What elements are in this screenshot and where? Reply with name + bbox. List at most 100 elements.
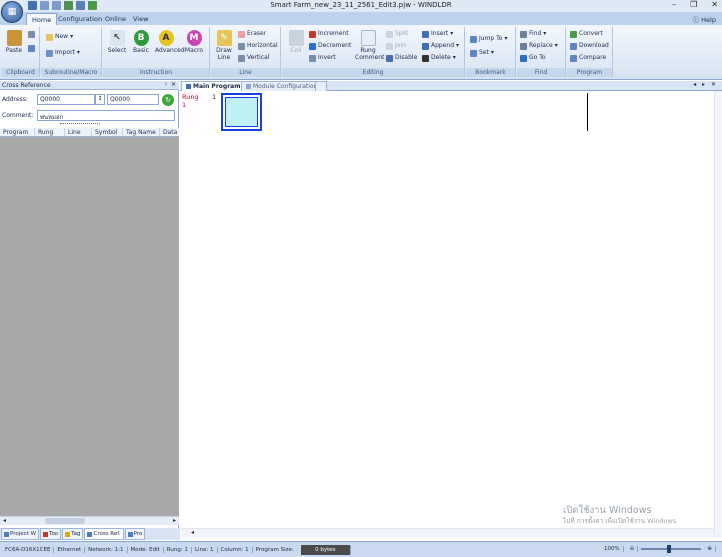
rung-comment-button[interactable]: Rung Comment [355,30,384,61]
address-to-input[interactable]: Q0000 [107,94,159,105]
quick-access-toolbar [28,1,97,10]
tab-tag[interactable]: Tag [62,528,84,540]
tab-module-configuration[interactable]: Module Configuration [241,81,323,91]
tab-online[interactable]: Online [100,13,131,25]
group-label: Bookmark [466,68,515,77]
tab-nav-arrows[interactable]: ◂ ▸ ✕ [693,81,718,88]
bookmark-icon [470,49,477,57]
minimize-icon[interactable]: – [672,0,676,9]
col-rung[interactable]: Rung [35,128,65,136]
coil-icon [288,30,304,46]
editor-vertical-scrollbar[interactable] [714,91,722,538]
join-button[interactable]: Join [386,42,406,50]
increment-button[interactable]: Increment [309,30,349,38]
paste-button[interactable]: Paste [3,30,25,54]
vertical-button[interactable]: Vertical [238,54,269,62]
zoom-control[interactable]: 100% ⊖ ⊕ [601,545,716,553]
append-button[interactable]: Append ▾ [422,42,459,50]
decrement-button[interactable]: Decrement [309,42,351,50]
insert-button[interactable]: Insert ▾ [422,30,453,38]
replace-button[interactable]: Replace ▾ [520,42,558,50]
jump-to-button[interactable]: Jump To ▾ [470,35,507,43]
split-button[interactable]: Split [386,30,408,38]
copy-button[interactable] [28,45,35,52]
pane-header: Cross Reference ♮ ✕ [0,81,179,90]
zoom-out-icon[interactable]: ⊖ [627,546,639,552]
grid-header: Program Rung Line Symbol Tag Name Data [0,128,179,137]
horizontal-button[interactable]: Horizontal [238,42,278,50]
tab-main-program[interactable]: Main Program [181,81,246,91]
cut-button[interactable] [28,31,35,38]
pin-icon[interactable]: ♮ [165,81,167,88]
address-spin-icon[interactable]: ↕ [95,94,105,105]
rung-status: Rung: 1 [164,546,192,553]
compare-button[interactable]: Compare [570,54,606,62]
title-bar: Smart Farm_new_23_11_2561_Edit3.pjw - WI… [0,0,722,12]
save-icon[interactable] [28,1,37,10]
col-symbol[interactable]: Symbol [92,128,123,136]
set-bookmark-button[interactable]: Set ▾ [470,49,494,57]
invert-button[interactable]: Invert [309,54,336,62]
tab-toolbox[interactable]: Too [40,528,62,540]
tab-project-window[interactable]: Project W [1,528,40,540]
tab-view[interactable]: View [128,13,153,25]
tab-configuration[interactable]: Configuration [53,13,107,25]
download-icon[interactable] [76,1,85,10]
watermark-line-1: เปิดใช้งาน Windows [563,505,652,516]
basic-button[interactable]: B Basic [130,30,152,54]
import-button[interactable]: Import ▾ [46,49,80,57]
tab-cross-reference[interactable]: Cross Ref. [84,528,124,540]
col-program[interactable]: Program [0,128,35,136]
convert-button[interactable]: Convert [570,30,603,38]
undo-icon[interactable] [40,1,49,10]
disable-button[interactable]: Disable [386,54,417,62]
new-tab-button[interactable] [315,81,327,91]
address-from-input[interactable]: Q0000 [37,94,95,105]
zoom-in-icon[interactable]: ⊕ [704,546,716,552]
refresh-icon[interactable]: ↻ [162,94,174,106]
scroll-thumb[interactable] [45,518,85,524]
advanced-button[interactable]: A Advanced [155,30,185,54]
eraser-button[interactable]: Eraser [238,30,266,38]
maximize-icon[interactable]: ❐ [690,0,697,9]
application-menu-button[interactable]: ▦ [1,1,23,23]
window-title: Smart Farm_new_23_11_2561_Edit3.pjw - WI… [270,1,452,9]
close-pane-icon[interactable]: ✕ [171,81,176,88]
increment-icon [309,30,316,38]
find-button[interactable]: Find ▾ [520,30,546,38]
comment-label: Comment: [2,112,34,119]
coil-button[interactable]: Coil [285,30,307,54]
right-power-rail [587,93,588,131]
zoom-slider[interactable] [641,545,702,553]
selected-cell[interactable] [225,97,258,127]
redo-icon[interactable] [52,1,61,10]
horizontal-scrollbar[interactable]: ◂ ▸ [0,516,179,525]
download-button[interactable]: Download [570,42,609,50]
group-find: Find ▾ Replace ▾ Go To Find [517,27,566,77]
import-icon [46,49,53,57]
go-to-button[interactable]: Go To [520,54,546,62]
draw-line-button[interactable]: ✎ Draw Line [213,30,235,61]
binoculars-icon [520,30,527,38]
program-size-value: 0 bytes [300,544,351,555]
monitor-icon[interactable] [64,1,73,10]
ladder-editor[interactable]: Rung 1 1 [181,91,722,528]
comment-field[interactable]: พ่นหมอก [37,110,175,121]
editor-horizontal-scrollbar[interactable]: ◂ [181,528,714,538]
new-button[interactable]: New ▾ [46,33,73,41]
close-icon[interactable]: ✕ [711,0,718,9]
col-line[interactable]: Line [65,128,92,136]
splitter-grip[interactable] [60,123,100,125]
zoom-knob[interactable] [667,545,672,553]
col-data[interactable]: Data [160,128,179,136]
macro-button[interactable]: M Macro [183,30,205,54]
module-icon [246,84,251,89]
delete-button[interactable]: Delete ▾ [422,54,456,62]
program-size-label: Program Size: [255,546,294,553]
help-button[interactable]: ⓘ Help [693,14,716,24]
line-status: Line: 1 [192,546,218,553]
col-tag-name[interactable]: Tag Name [123,128,160,136]
select-button[interactable]: ↖ Select [106,30,128,54]
tab-properties[interactable]: Pro [124,528,146,540]
online-icon[interactable] [88,1,97,10]
